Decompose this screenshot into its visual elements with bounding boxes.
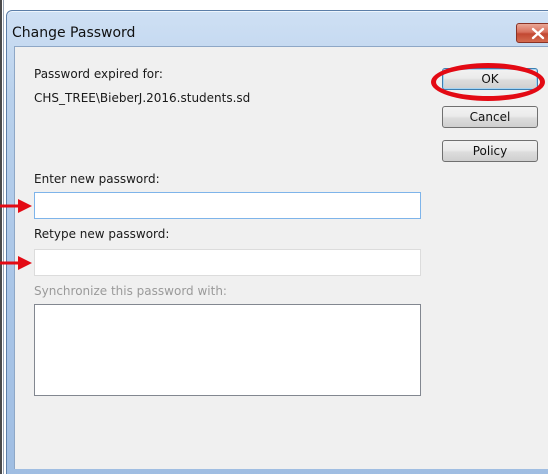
background-window-edge [0,0,2,474]
arrow-right-icon [0,256,32,270]
policy-button[interactable]: Policy [442,140,538,162]
expired-label: Password expired for: [34,67,163,81]
retype-password-label: Retype new password: [34,227,170,241]
account-name: CHS_TREE\BieberJ.2016.students.sd [34,91,251,105]
background-window-edge-inner [3,0,4,474]
screenshot: Change Password Password expired for: CH… [0,0,548,474]
new-password-input[interactable] [34,192,421,219]
close-icon [531,27,545,40]
sync-label: Synchronize this password with: [34,284,227,298]
cancel-button[interactable]: Cancel [442,106,538,128]
highlight-circle [431,63,545,101]
dialog-client-area: Password expired for: CHS_TREE\BieberJ.2… [14,46,548,469]
close-button[interactable] [516,23,548,43]
retype-password-input[interactable] [34,249,421,276]
dialog-title: Change Password [12,25,136,41]
arrow-right-icon [0,199,32,213]
sync-list[interactable] [34,304,421,396]
new-password-label: Enter new password: [34,172,160,186]
